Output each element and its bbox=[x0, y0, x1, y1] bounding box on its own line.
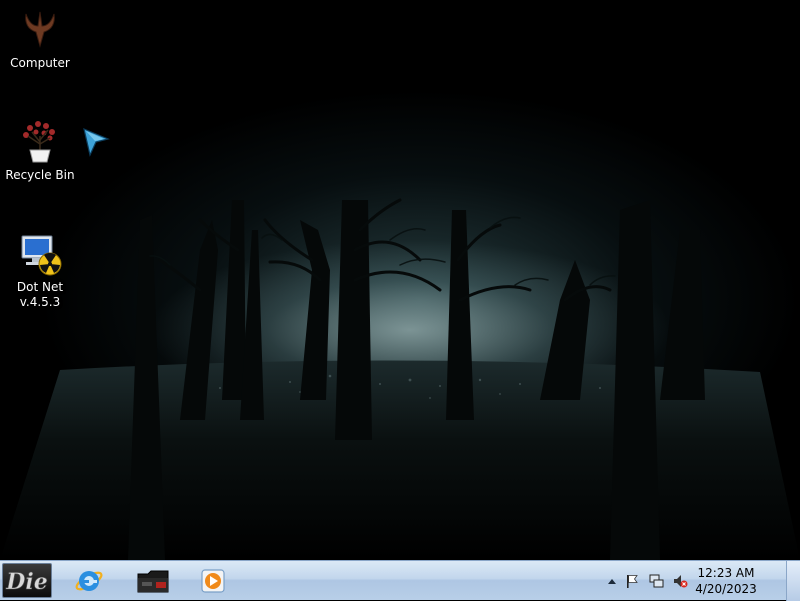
show-desktop-button[interactable] bbox=[786, 561, 800, 601]
taskbar-folder[interactable] bbox=[128, 563, 176, 598]
forest-wallpaper bbox=[0, 198, 800, 560]
desktop-icon-label-line2: v.4.5.3 bbox=[19, 295, 61, 309]
action-center-flag-icon[interactable] bbox=[624, 573, 640, 589]
desktop-icon-computer[interactable]: Computer bbox=[2, 6, 78, 71]
media-player-icon bbox=[201, 569, 225, 593]
show-hidden-icons-chevron[interactable] bbox=[604, 573, 620, 589]
start-button[interactable]: Die bbox=[2, 563, 52, 598]
clock[interactable]: 12:23 AM 4/20/2023 bbox=[694, 565, 758, 597]
svg-text:Die: Die bbox=[5, 569, 47, 595]
desktop-icon-label: Recycle Bin bbox=[5, 168, 75, 182]
clock-time: 12:23 AM bbox=[697, 566, 755, 580]
taskbar: Die 12:23 AM 4/20/2023 bbox=[0, 560, 800, 601]
internet-explorer-icon bbox=[75, 571, 103, 591]
desktop[interactable]: Computer Recycle Bin Dot Net v.4.5.3 bbox=[0, 0, 800, 560]
network-icon[interactable] bbox=[648, 573, 664, 589]
taskbar-media-player[interactable] bbox=[190, 563, 238, 598]
die-logo-icon: Die bbox=[5, 569, 48, 596]
clock-date: 4/20/2023 bbox=[695, 582, 757, 596]
plant-pot-icon bbox=[23, 121, 55, 163]
desktop-icon-dot-net[interactable]: Dot Net v.4.5.3 bbox=[2, 230, 78, 310]
folder-icon bbox=[137, 570, 169, 593]
computer-radiation-icon bbox=[21, 235, 62, 276]
mouse-cursor-icon bbox=[83, 127, 110, 157]
quake-logo-icon bbox=[25, 11, 55, 48]
desktop-icon-label: Computer bbox=[10, 56, 70, 70]
desktop-icon-label-line1: Dot Net bbox=[16, 280, 64, 294]
volume-muted-icon[interactable] bbox=[672, 573, 688, 589]
desktop-icon-recycle-bin[interactable]: Recycle Bin bbox=[2, 118, 78, 183]
taskbar-internet-explorer[interactable] bbox=[66, 563, 114, 598]
system-tray: 12:23 AM 4/20/2023 bbox=[602, 561, 782, 601]
